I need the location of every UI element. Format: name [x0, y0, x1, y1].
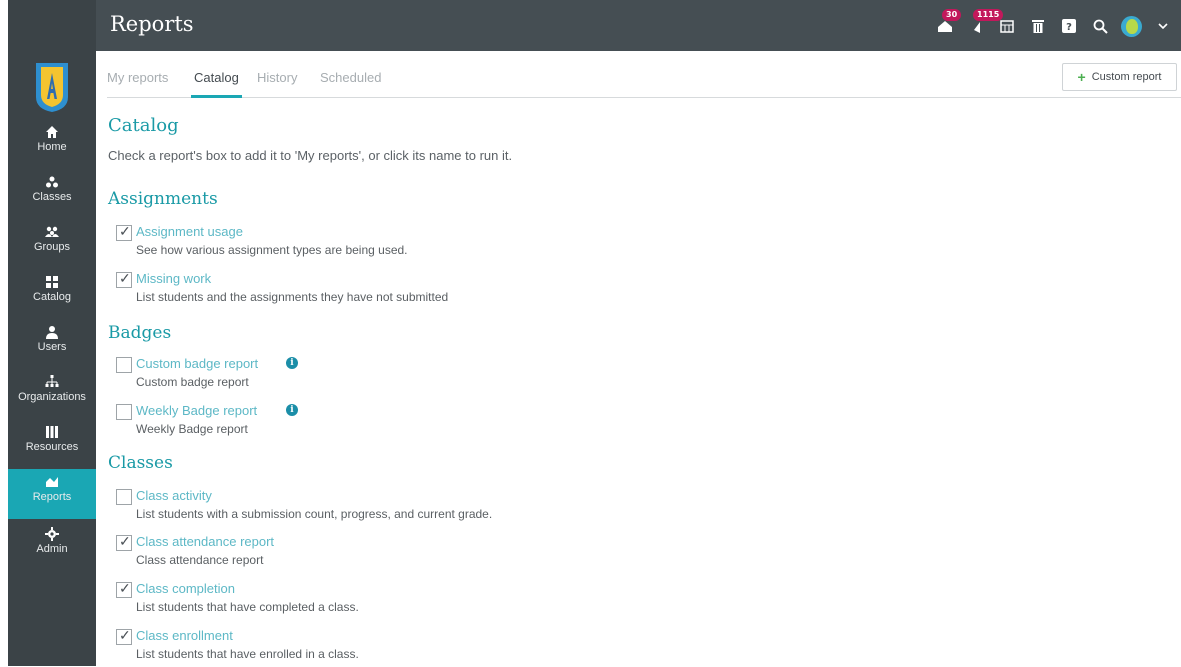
users-icon — [46, 326, 58, 339]
top-bar-logo-area — [0, 0, 96, 51]
report-link[interactable]: Class activity — [136, 488, 212, 503]
tab-catalog[interactable]: Catalog — [194, 70, 239, 85]
report-checkbox[interactable] — [116, 404, 132, 420]
left-gutter — [0, 0, 8, 666]
sidebar-item-admin[interactable]: Admin — [8, 521, 96, 567]
notification-badge: 30 — [942, 9, 962, 21]
catalog-intro: Check a report's box to add it to 'My re… — [108, 148, 513, 163]
logo[interactable] — [34, 61, 70, 113]
report-description: List students with a submission count, p… — [136, 507, 493, 521]
sidebar-item-label: Resources — [25, 441, 79, 453]
search-icon[interactable] — [1090, 16, 1110, 36]
info-icon[interactable]: i — [286, 357, 298, 369]
sidebar-item-label: Catalog — [33, 291, 71, 303]
avatar[interactable] — [1121, 15, 1142, 37]
alert-icon[interactable]: 1115 — [966, 9, 1004, 36]
svg-text:?: ? — [1066, 22, 1072, 33]
report-link[interactable]: Weekly Badge report — [136, 403, 257, 418]
section-heading-classes: Classes — [108, 453, 173, 473]
sidebar-item-groups[interactable]: Groups — [8, 219, 96, 265]
main-content: My reports Catalog History Scheduled + C… — [96, 51, 1181, 666]
page-title: Reports — [110, 12, 194, 36]
catalog-icon — [46, 276, 58, 288]
report-checkbox[interactable]: ✓ — [116, 223, 132, 241]
report-checkbox[interactable]: ✓ — [116, 270, 132, 288]
home-icon — [46, 126, 58, 138]
sidebar: Home Classes Groups Catalog Users Organi… — [8, 51, 96, 666]
top-bar: Reports 30 1115 ? — [0, 0, 1181, 51]
resources-icon — [46, 426, 58, 438]
tab-scheduled[interactable]: Scheduled — [320, 70, 381, 85]
help-icon[interactable]: ? — [1059, 16, 1079, 36]
report-description: List students and the assignments they h… — [136, 290, 449, 304]
sidebar-item-label: Users — [37, 341, 67, 353]
check-icon: ✓ — [119, 223, 131, 239]
sidebar-item-users[interactable]: Users — [8, 319, 96, 365]
report-assignment-usage: ✓ Assignment usage See how various assig… — [116, 223, 716, 263]
report-class-completion: ✓ Class completion List students that ha… — [116, 580, 716, 620]
custom-report-label: Custom report — [1091, 71, 1162, 83]
top-icons: 30 1115 ? — [935, 9, 1173, 40]
report-description: Weekly Badge report — [136, 422, 248, 436]
report-description: Class attendance report — [136, 553, 264, 567]
groups-icon — [45, 226, 59, 237]
active-tab-indicator — [191, 95, 242, 98]
sidebar-item-label: Groups — [33, 241, 71, 253]
report-description: Custom badge report — [136, 375, 249, 389]
check-icon: ✓ — [119, 627, 131, 643]
report-checkbox[interactable]: ✓ — [116, 580, 132, 598]
classes-icon — [46, 176, 58, 188]
report-link[interactable]: Class enrollment — [136, 628, 233, 643]
sidebar-item-label: Home — [37, 141, 67, 153]
sidebar-item-label: Admin — [36, 543, 68, 555]
section-heading-assignments: Assignments — [108, 189, 218, 209]
catalog-heading: Catalog — [108, 115, 179, 136]
report-description: List students that have enrolled in a cl… — [136, 647, 359, 661]
report-class-enrollment: ✓ Class enrollment List students that ha… — [116, 627, 716, 667]
tab-history[interactable]: History — [257, 70, 297, 85]
report-class-activity: Class activity List students with a subm… — [116, 487, 716, 527]
report-checkbox[interactable] — [116, 489, 132, 505]
reports-icon — [46, 477, 58, 487]
report-missing-work: ✓ Missing work List students and the ass… — [116, 270, 716, 310]
check-icon: ✓ — [119, 270, 131, 286]
report-link[interactable]: Assignment usage — [136, 224, 243, 239]
report-link[interactable]: Class attendance report — [136, 534, 274, 549]
sidebar-item-classes[interactable]: Classes — [8, 169, 96, 215]
report-custom-badge: Custom badge report i Custom badge repor… — [116, 355, 716, 395]
report-link[interactable]: Custom badge report — [136, 356, 258, 371]
report-link[interactable]: Class completion — [136, 581, 235, 596]
report-checkbox[interactable]: ✓ — [116, 533, 132, 551]
report-checkbox[interactable]: ✓ — [116, 627, 132, 645]
report-description: List students that have completed a clas… — [136, 600, 359, 614]
sidebar-item-label: Organizations — [18, 391, 86, 403]
section-heading-badges: Badges — [108, 323, 172, 343]
organizations-icon — [45, 375, 59, 387]
report-description: See how various assignment types are bei… — [136, 243, 408, 257]
report-checkbox[interactable] — [116, 357, 132, 373]
tab-my-reports[interactable]: My reports — [107, 70, 168, 85]
custom-report-button[interactable]: + Custom report — [1062, 63, 1177, 91]
sidebar-item-catalog[interactable]: Catalog — [8, 269, 96, 315]
report-weekly-badge: Weekly Badge report i Weekly Badge repor… — [116, 402, 716, 442]
check-icon: ✓ — [119, 533, 131, 549]
plus-icon: + — [1077, 69, 1086, 85]
sidebar-item-label: Reports — [32, 491, 72, 503]
info-icon[interactable]: i — [286, 404, 298, 416]
chevron-down-icon[interactable] — [1153, 16, 1173, 36]
report-link[interactable]: Missing work — [136, 271, 211, 286]
sidebar-item-label: Classes — [32, 191, 72, 203]
check-icon: ✓ — [119, 580, 131, 596]
sidebar-item-home[interactable]: Home — [8, 119, 96, 165]
sidebar-item-resources[interactable]: Resources — [8, 419, 96, 465]
sidebar-item-organizations[interactable]: Organizations — [8, 369, 96, 415]
gear-icon — [45, 527, 59, 541]
notification-icon[interactable]: 30 — [935, 9, 962, 36]
calendar-icon[interactable] — [997, 16, 1017, 36]
tab-bar: My reports Catalog History Scheduled + C… — [107, 51, 1181, 98]
report-class-attendance: ✓ Class attendance report Class attendan… — [116, 533, 716, 573]
trash-icon[interactable] — [1028, 16, 1048, 36]
sidebar-item-reports[interactable]: Reports — [8, 469, 96, 519]
